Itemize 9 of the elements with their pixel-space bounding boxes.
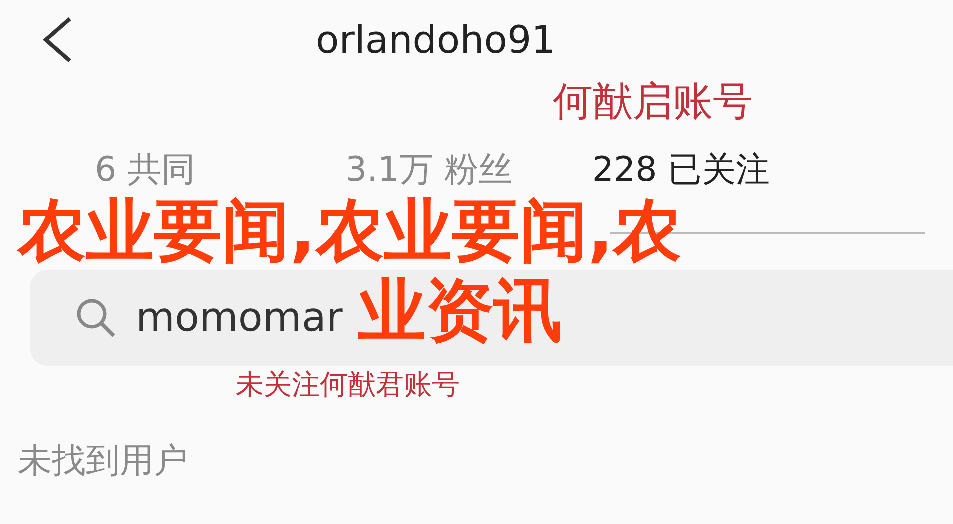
profile-stat: 228 已关注	[592, 149, 770, 192]
headline-text: 农业要闻,农业要闻,农	[18, 192, 682, 272]
profile-stat: 6 共同	[95, 149, 196, 192]
no-results-message: 未找到用户	[18, 440, 189, 483]
profile-username: orlandoho91	[316, 18, 556, 62]
profile-stat: 3.1万 粉丝	[345, 149, 512, 192]
headline-text: 业资讯	[358, 272, 562, 352]
annotation-caption: 何猷启账号	[553, 78, 753, 127]
annotation-caption: 未关注何猷君账号	[236, 367, 460, 403]
